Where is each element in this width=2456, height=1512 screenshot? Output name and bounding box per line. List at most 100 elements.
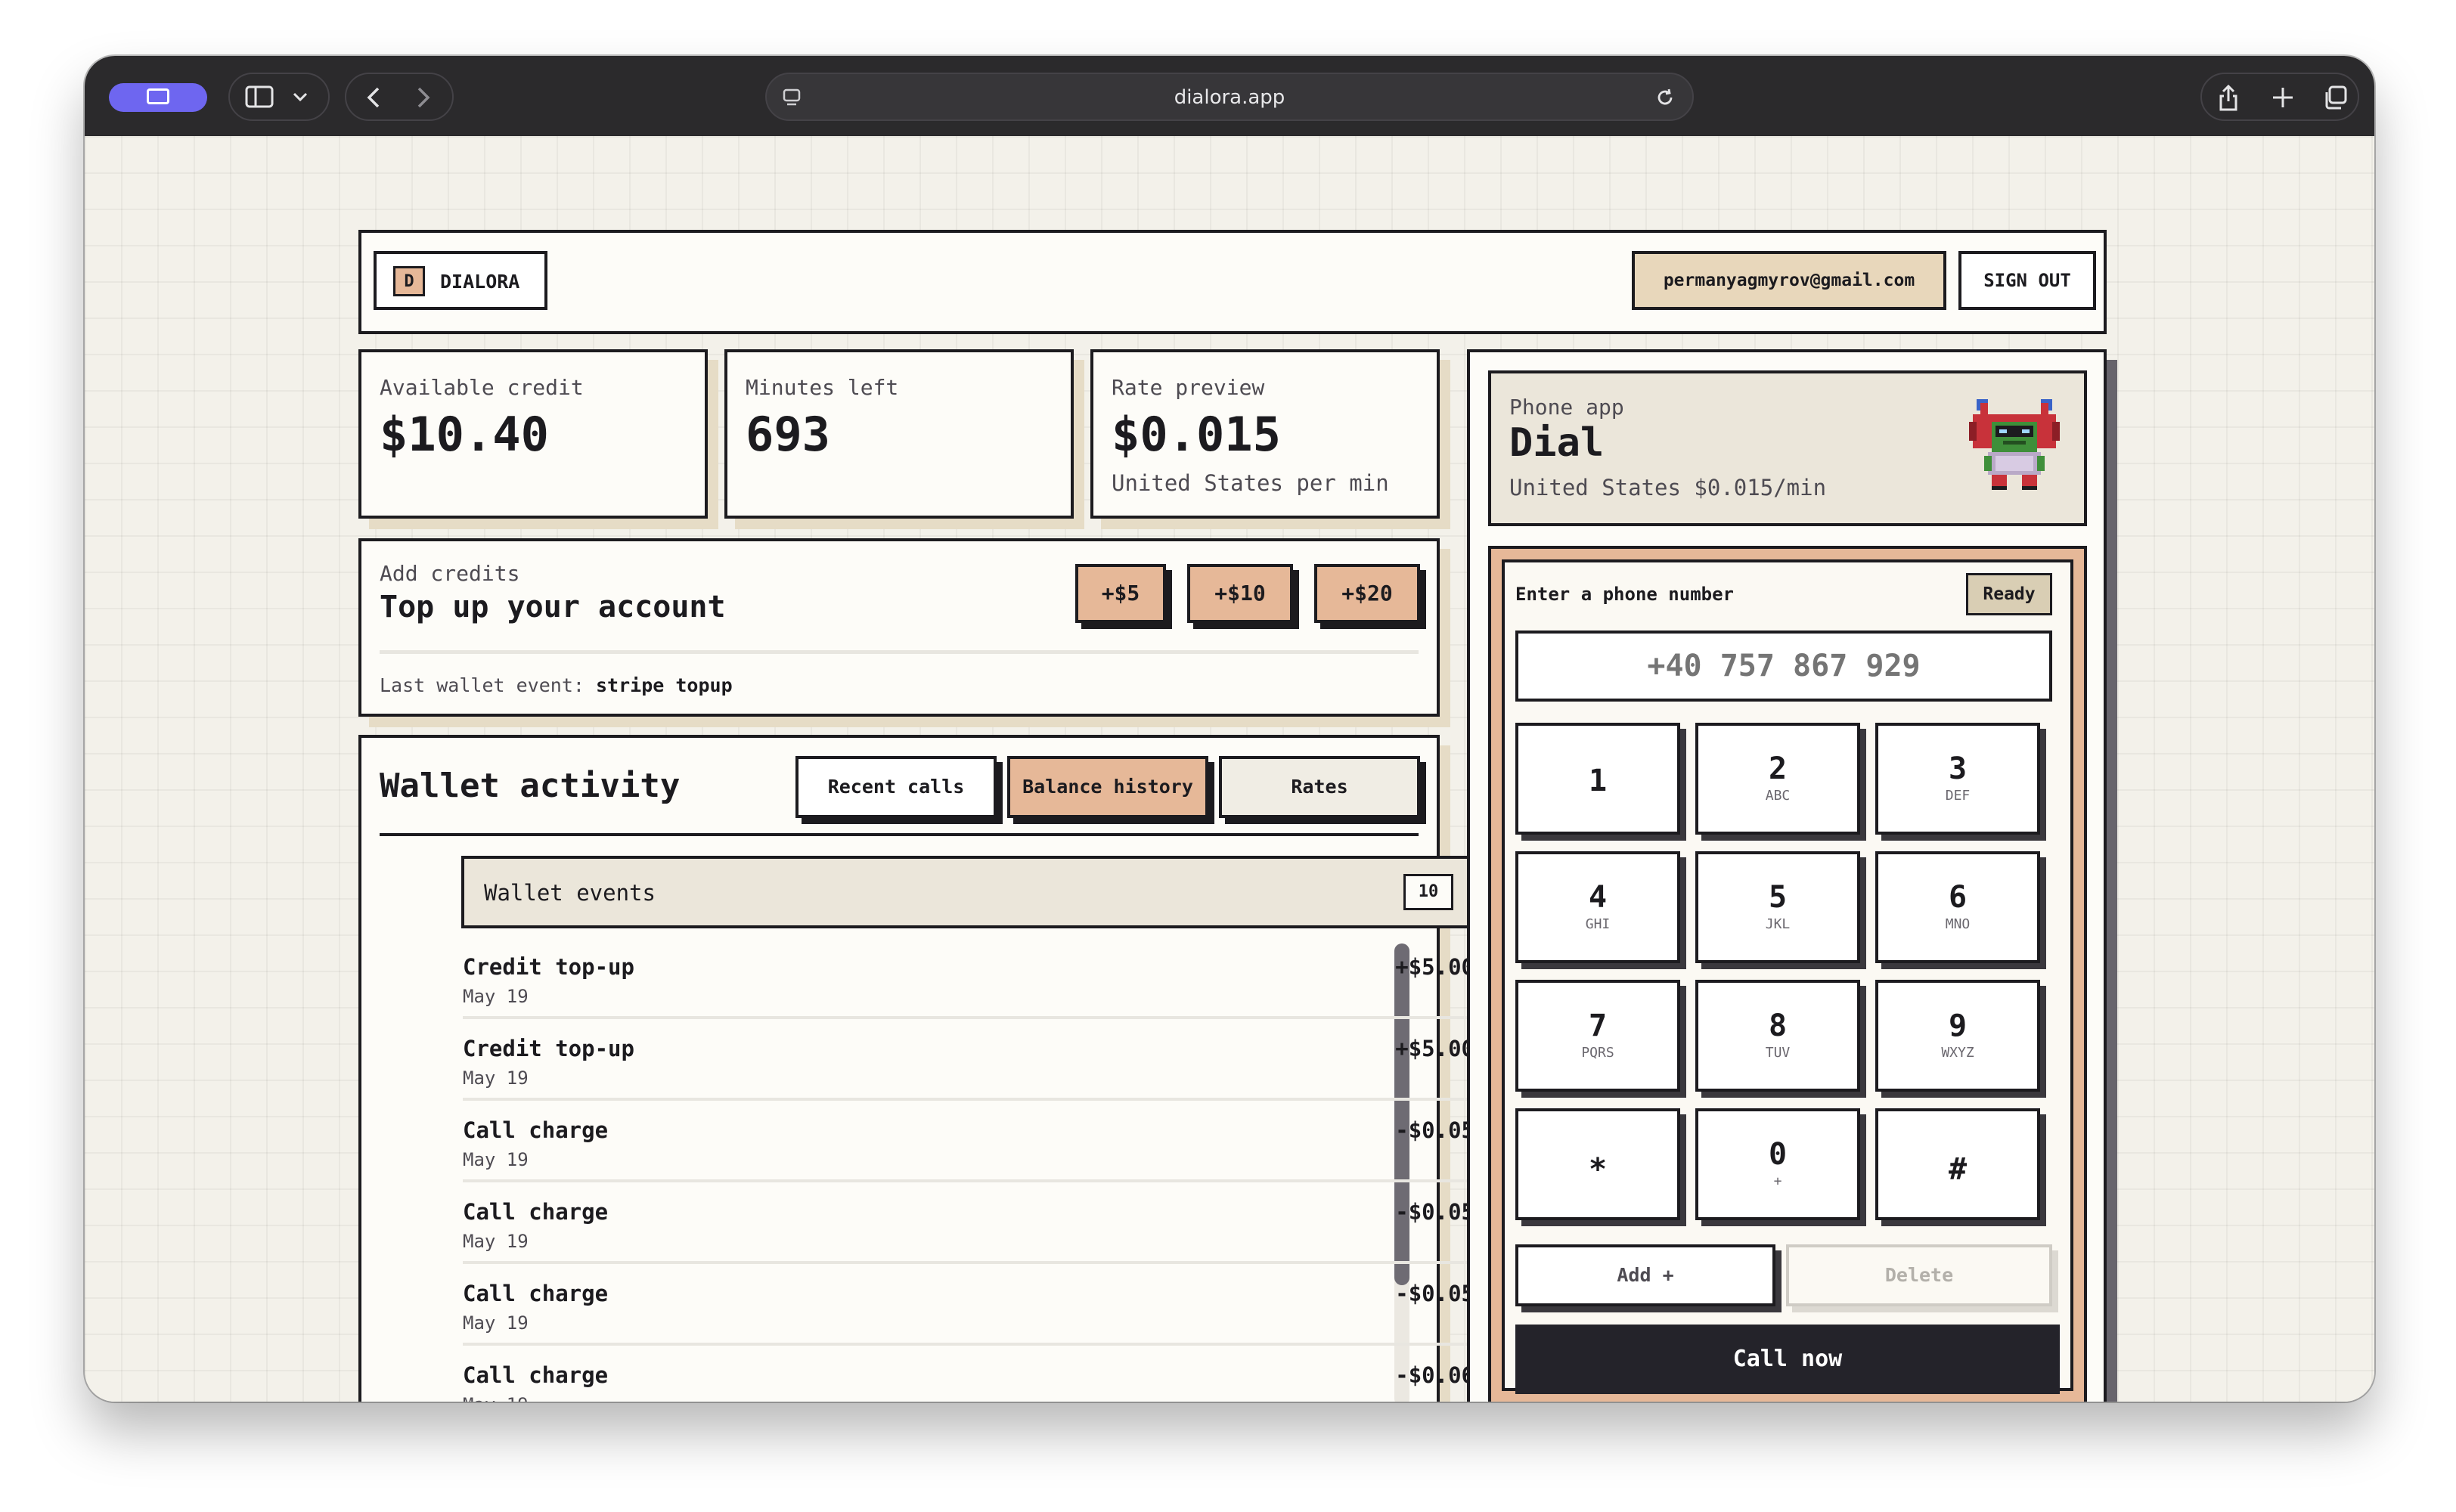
event-date: May 19: [463, 1149, 529, 1170]
app-header: D DIALORA permanyagmyrov@gmail.com SIGN …: [358, 230, 2107, 334]
credit-value: $10.40: [380, 407, 549, 462]
key-letters: MNO: [1945, 916, 1971, 932]
list-item[interactable]: Credit top-up May 19 +$5.00: [463, 1019, 1475, 1101]
credit-card: Available credit $10.40: [358, 349, 708, 519]
keypad-9[interactable]: 9 WXYZ: [1875, 980, 2040, 1092]
tab-recent-calls[interactable]: Recent calls: [795, 756, 997, 818]
keypad-7[interactable]: 7 PQRS: [1515, 980, 1680, 1092]
keypad-4[interactable]: 4 GHI: [1515, 851, 1680, 963]
url-text: dialora.app: [1174, 86, 1285, 109]
enter-number-label: Enter a phone number: [1515, 584, 1734, 605]
sidebar-icon: [245, 85, 274, 108]
list-item[interactable]: Call charge May 19 -$0.05: [463, 1101, 1475, 1182]
sign-out-button[interactable]: SIGN OUT: [1958, 251, 2096, 310]
nav-buttons: [345, 73, 454, 121]
phone-label: Phone app: [1509, 395, 1624, 420]
key-letters: GHI: [1585, 916, 1611, 932]
brand-name: DIALORA: [440, 271, 520, 293]
phone-header: Phone app Dial United States $0.015/min: [1488, 370, 2087, 526]
add-button[interactable]: Add +: [1515, 1244, 1775, 1306]
key-digit: 4: [1588, 880, 1608, 915]
plus-icon[interactable]: [2271, 86, 2294, 109]
mascot-icon: [1969, 399, 2060, 490]
profile-icon: [147, 88, 169, 104]
credit-label: Available credit: [380, 375, 584, 400]
forward-icon[interactable]: [414, 86, 433, 109]
keypad-8[interactable]: 8 TUV: [1695, 980, 1860, 1092]
events-header-title: Wallet events: [484, 880, 656, 906]
keypad-star[interactable]: *: [1515, 1108, 1680, 1220]
key-letters: ABC: [1765, 788, 1791, 804]
tabs-icon[interactable]: [2323, 85, 2347, 110]
tabs-divider: [380, 833, 1419, 836]
keypad-5[interactable]: 5 JKL: [1695, 851, 1860, 963]
key-digit: 7: [1588, 1009, 1608, 1043]
keypad-hash[interactable]: #: [1875, 1108, 2040, 1220]
event-name: Call charge: [463, 1362, 609, 1388]
topup-label: Add credits: [380, 561, 520, 586]
event-amount: -$0.05: [1395, 1117, 1475, 1143]
sidebar-toggle-button[interactable]: [228, 73, 330, 121]
browser-toolbar: dialora.app: [85, 56, 2374, 136]
key-digit: *: [1588, 1152, 1608, 1187]
status-badge: Ready: [1966, 573, 2052, 615]
rate-subtext: United States per min: [1112, 470, 1389, 496]
event-amount: +$5.00: [1395, 1036, 1475, 1061]
last-event-label: Last wallet event:: [380, 674, 585, 696]
topup-20-button[interactable]: +$20: [1314, 564, 1420, 623]
list-item[interactable]: Call charge May 19 -$0.05: [463, 1182, 1475, 1264]
key-letters: +: [1773, 1173, 1782, 1189]
keypad-1[interactable]: 1: [1515, 723, 1680, 835]
key-digit: 6: [1948, 880, 1968, 915]
topup-10-button[interactable]: +$10: [1187, 564, 1293, 623]
rate-card: Rate preview $0.015 United States per mi…: [1090, 349, 1440, 519]
dialer-frame: Enter a phone number Ready 1 2 ABC 3 DEF 4…: [1488, 546, 2087, 1402]
address-bar[interactable]: dialora.app: [765, 73, 1694, 121]
list-item[interactable]: Call charge May 19 -$0.06: [463, 1346, 1475, 1402]
key-letters: WXYZ: [1941, 1045, 1974, 1061]
phone-panel: Phone app Dial United States $0.015/min: [1467, 349, 2107, 1402]
call-now-button[interactable]: Call now: [1515, 1325, 2060, 1394]
logo[interactable]: D DIALORA: [374, 251, 547, 310]
keypad-3[interactable]: 3 DEF: [1875, 723, 2040, 835]
keypad-2[interactable]: 2 ABC: [1695, 723, 1860, 835]
keypad-0[interactable]: 0 +: [1695, 1108, 1860, 1220]
last-wallet-event: Last wallet event: stripe topup: [380, 674, 733, 696]
key-letters: JKL: [1765, 916, 1791, 932]
dialer: Enter a phone number Ready 1 2 ABC 3 DEF 4…: [1502, 559, 2073, 1394]
share-icon[interactable]: [2217, 83, 2240, 112]
key-letters: DEF: [1945, 788, 1971, 804]
event-amount: -$0.05: [1395, 1199, 1475, 1225]
key-digit: 1: [1588, 764, 1608, 798]
key-digit: 0: [1768, 1137, 1788, 1172]
event-date: May 19: [463, 1312, 529, 1334]
key-digit: 5: [1768, 880, 1788, 915]
wallet-title: Wallet activity: [380, 767, 681, 805]
key-digit: 8: [1768, 1009, 1788, 1043]
last-event-value: stripe topup: [596, 674, 733, 696]
event-name: Credit top-up: [463, 1036, 634, 1061]
back-icon[interactable]: [364, 86, 383, 109]
list-item[interactable]: Call charge May 19 -$0.05: [463, 1264, 1475, 1346]
phone-number-input[interactable]: [1515, 631, 2052, 702]
account-email[interactable]: permanyagmyrov@gmail.com: [1632, 251, 1946, 310]
list-item[interactable]: Credit top-up May 19 +$5.00: [463, 937, 1475, 1019]
key-digit: #: [1948, 1152, 1968, 1187]
event-date: May 19: [463, 1067, 529, 1089]
event-name: Call charge: [463, 1117, 609, 1143]
event-amount: +$5.00: [1395, 954, 1475, 980]
reload-icon[interactable]: [1654, 87, 1676, 108]
topup-5-button[interactable]: +$5: [1075, 564, 1166, 623]
window-actions: [2200, 73, 2359, 121]
profile-button[interactable]: [109, 83, 207, 112]
events-header: Wallet events 10: [461, 856, 1476, 928]
tab-balance-history[interactable]: Balance history: [1007, 756, 1208, 818]
event-name: Call charge: [463, 1281, 609, 1306]
delete-button[interactable]: Delete: [1786, 1244, 2052, 1306]
divider: [380, 650, 1419, 654]
tab-rates[interactable]: Rates: [1219, 756, 1420, 818]
event-date: May 19: [463, 1394, 529, 1402]
browser-window: dialora.app D DIALORA permanyagmyrov@gma…: [85, 56, 2374, 1402]
key-letters: TUV: [1765, 1045, 1791, 1061]
keypad-6[interactable]: 6 MNO: [1875, 851, 2040, 963]
